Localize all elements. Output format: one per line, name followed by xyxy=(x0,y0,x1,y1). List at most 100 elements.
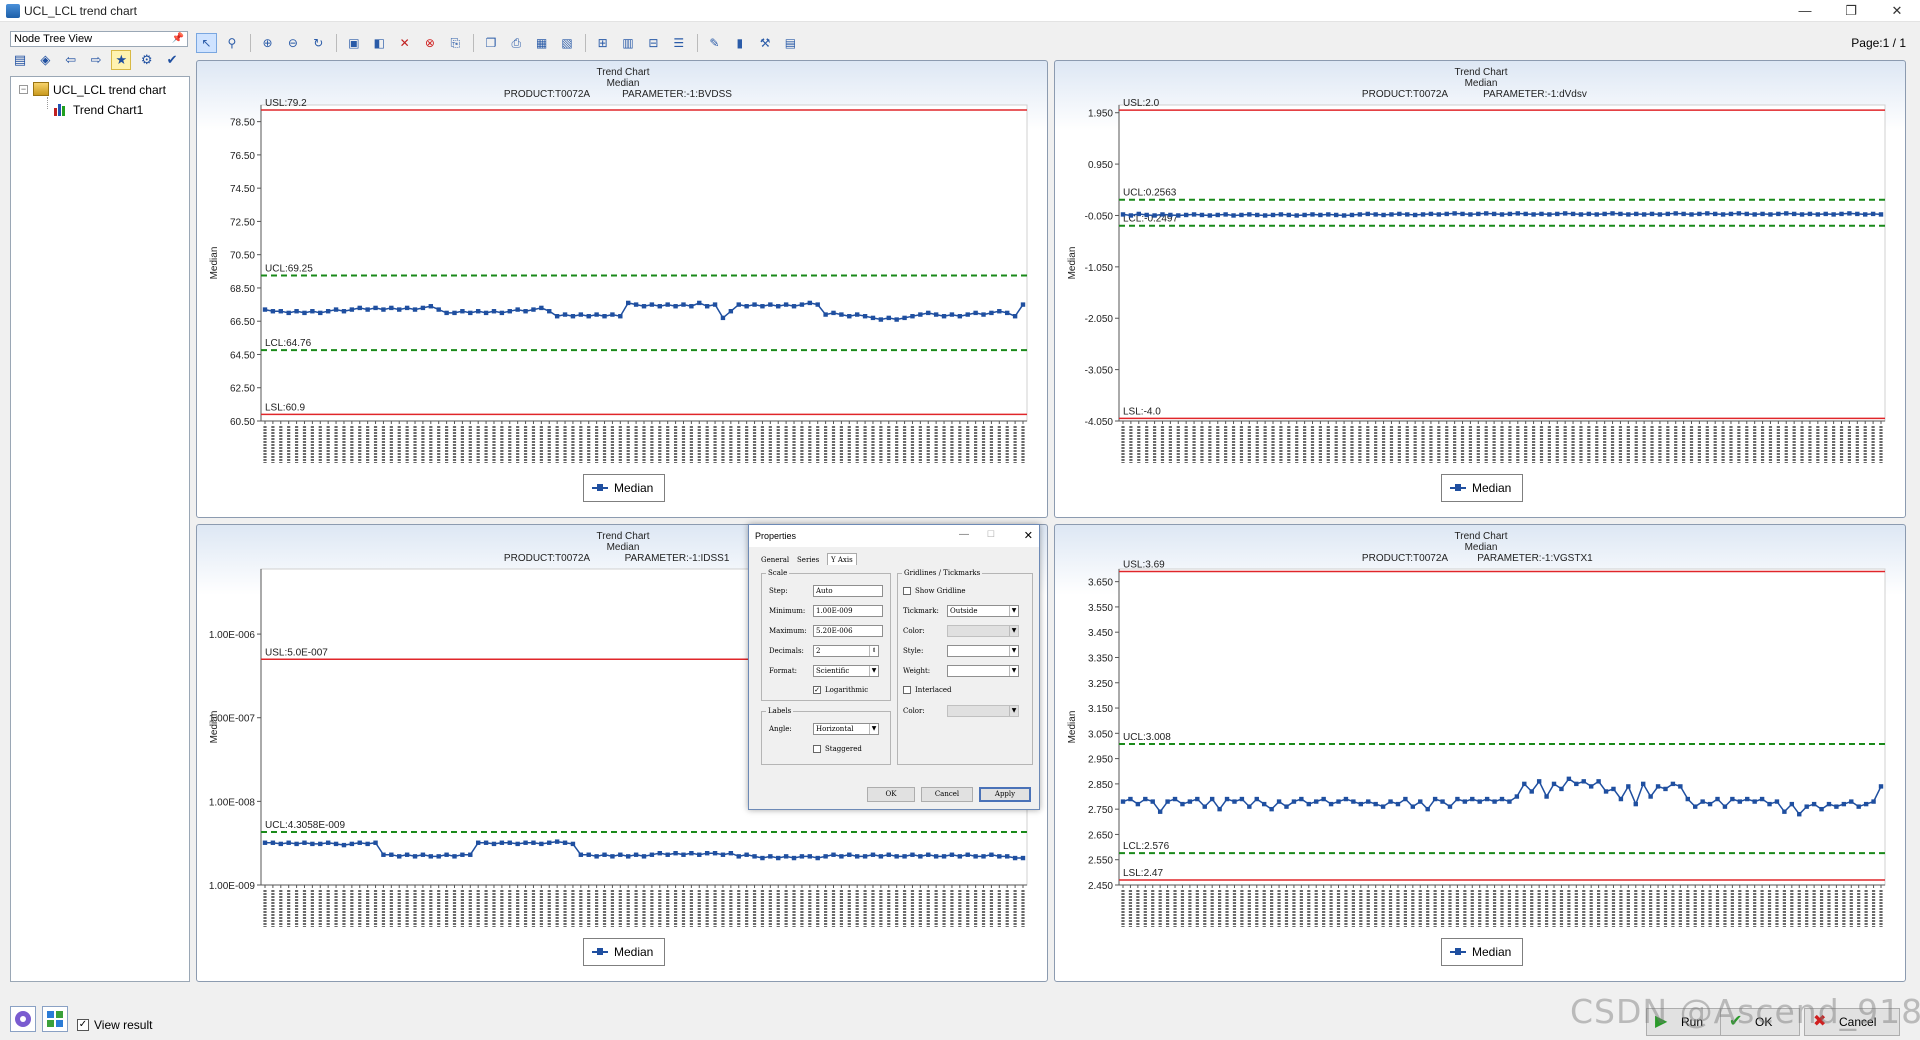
grid-view-icon[interactable] xyxy=(42,1006,68,1032)
print-icon[interactable]: ▤ xyxy=(10,50,30,70)
interlaced-color-select[interactable]: ▼ xyxy=(947,705,1019,717)
median-data-point xyxy=(1649,211,1655,217)
tag-icon[interactable]: ◈ xyxy=(35,50,55,70)
dialog-maximize-button[interactable]: ☐ xyxy=(987,529,995,540)
y-tick-label: 76.50 xyxy=(230,151,255,162)
median-data-point xyxy=(523,309,528,314)
y-tick-label: 66.50 xyxy=(230,317,255,328)
median-data-point xyxy=(1020,855,1026,861)
dialog-cancel-button[interactable]: Cancel xyxy=(921,787,973,802)
median-data-point xyxy=(515,841,520,847)
median-data-point xyxy=(1326,212,1331,217)
dialog-ok-button[interactable]: OK xyxy=(867,787,915,802)
decimals-spinner[interactable]: 2 ⇕ xyxy=(813,645,879,657)
median-data-point xyxy=(1641,212,1647,217)
median-data-point xyxy=(341,842,347,848)
spinner-arrows-icon[interactable]: ⇕ xyxy=(869,646,878,656)
palette-icon[interactable]: ◧ xyxy=(369,33,390,53)
tree-root-node[interactable]: UCL_LCL trend chart xyxy=(33,82,166,97)
tab-y-axis[interactable]: Y Axis xyxy=(827,553,857,565)
minimize-button[interactable]: — xyxy=(1790,2,1820,20)
y-axis-label: Median xyxy=(1067,711,1078,744)
median-data-point xyxy=(776,304,781,309)
dialog-apply-button[interactable]: Apply xyxy=(979,787,1031,802)
gridline-weight-select[interactable]: ▼ xyxy=(947,665,1019,677)
median-data-point xyxy=(1261,801,1267,807)
data-view-icon[interactable]: ⊟ xyxy=(643,33,664,53)
pin-icon[interactable]: 📌 xyxy=(172,32,184,46)
bar-chart-tool-icon[interactable]: ▮ xyxy=(729,33,750,53)
logarithmic-checkbox[interactable]: ✓ xyxy=(813,686,821,694)
favorite-star-icon[interactable]: ★ xyxy=(111,50,132,70)
tab-general[interactable]: General xyxy=(757,553,793,565)
format-select[interactable]: Scientific ▼ xyxy=(813,665,879,677)
median-data-point xyxy=(1321,796,1326,802)
back-arrow-icon[interactable]: ⇦ xyxy=(61,50,81,70)
restore-button[interactable]: ❐ xyxy=(1836,2,1866,20)
staggered-checkbox[interactable] xyxy=(813,745,821,753)
step-input[interactable]: Auto xyxy=(813,585,883,597)
median-data-point xyxy=(1412,212,1418,218)
delete-icon[interactable]: ✕ xyxy=(394,33,415,53)
copy-icon[interactable]: ❐ xyxy=(480,33,501,53)
median-data-point xyxy=(1670,781,1676,787)
median-data-point xyxy=(1878,784,1884,789)
chart-parameter-label: PARAMETER:-1:IDSS1 xyxy=(625,553,730,564)
layout-grid-icon[interactable]: ⊞ xyxy=(592,33,613,53)
minimum-input[interactable]: 1.00E-009 xyxy=(813,605,883,617)
tools-icon[interactable]: ⚒ xyxy=(755,33,776,53)
median-data-point xyxy=(665,852,670,857)
gear-settings-icon[interactable] xyxy=(10,1006,36,1032)
maximum-input[interactable]: 5.20E-006 xyxy=(813,625,883,637)
settings-icon[interactable]: ⚙ xyxy=(137,50,157,70)
trend-chart-svg-4: Trend ChartMedianPRODUCT:T0072A PARAMETER… xyxy=(1067,531,1886,927)
save-icon[interactable]: ▦ xyxy=(531,33,552,53)
marker-icon[interactable]: ✎ xyxy=(704,33,725,53)
median-data-point xyxy=(262,307,268,312)
properties-icon[interactable]: ▤ xyxy=(780,33,801,53)
median-data-point xyxy=(1594,212,1599,217)
median-data-point xyxy=(618,314,623,319)
dialog-minimize-button[interactable]: — xyxy=(959,529,969,540)
stop-icon[interactable]: ⊗ xyxy=(419,33,440,53)
dialog-close-button[interactable]: ✕ xyxy=(1024,529,1033,542)
angle-select[interactable]: Horizontal ▼ xyxy=(813,723,879,735)
chart-type-icon[interactable]: ▣ xyxy=(343,33,364,53)
median-data-point xyxy=(776,855,781,861)
zoom-in-icon[interactable]: ⊕ xyxy=(257,33,278,53)
watermark-text: CSDN @Ascend_918 xyxy=(1570,992,1920,1031)
export-icon[interactable]: ⎘ xyxy=(445,33,466,53)
vertical-scrollbar[interactable] xyxy=(1908,58,1920,984)
close-window-button[interactable]: ✕ xyxy=(1882,2,1912,20)
zoom-icon[interactable]: ⚲ xyxy=(221,33,242,53)
tickmark-select[interactable]: Outside ▼ xyxy=(947,605,1019,617)
tree-child-node[interactable]: Trend Chart1 xyxy=(53,102,143,117)
tab-series[interactable]: Series xyxy=(793,553,823,565)
median-data-point xyxy=(1807,211,1813,217)
gallery-icon[interactable]: ▥ xyxy=(618,33,639,53)
median-data-point xyxy=(412,854,418,859)
median-data-point xyxy=(815,855,820,861)
median-data-point xyxy=(1767,801,1772,807)
median-data-point xyxy=(1789,801,1795,807)
forward-arrow-icon[interactable]: ⇨ xyxy=(86,50,106,70)
list-icon[interactable]: ☰ xyxy=(668,33,689,53)
view-result-checkbox[interactable]: ✓ xyxy=(77,1019,89,1031)
print-preview-icon[interactable]: ⎙ xyxy=(506,33,527,53)
image-icon[interactable]: ▧ xyxy=(557,33,578,53)
median-data-point xyxy=(1165,799,1170,804)
y-tick-label: 1.00E-006 xyxy=(209,630,256,641)
check-icon[interactable]: ✔ xyxy=(162,50,182,70)
pointer-icon[interactable]: ↖ xyxy=(196,33,217,53)
median-data-point xyxy=(752,854,757,859)
interlaced-checkbox[interactable] xyxy=(903,686,911,694)
gridline-style-select[interactable]: ▼ xyxy=(947,645,1019,657)
rotate-icon[interactable]: ↻ xyxy=(308,33,329,53)
median-data-point xyxy=(404,852,410,857)
show-gridline-checkbox[interactable] xyxy=(903,587,911,595)
median-data-point xyxy=(1705,211,1710,216)
tree-expander[interactable]: − xyxy=(19,85,28,94)
gridline-color-select[interactable]: ▼ xyxy=(947,625,1019,637)
zoom-out-icon[interactable]: ⊖ xyxy=(282,33,303,53)
maximum-label: Maximum: xyxy=(769,627,807,635)
